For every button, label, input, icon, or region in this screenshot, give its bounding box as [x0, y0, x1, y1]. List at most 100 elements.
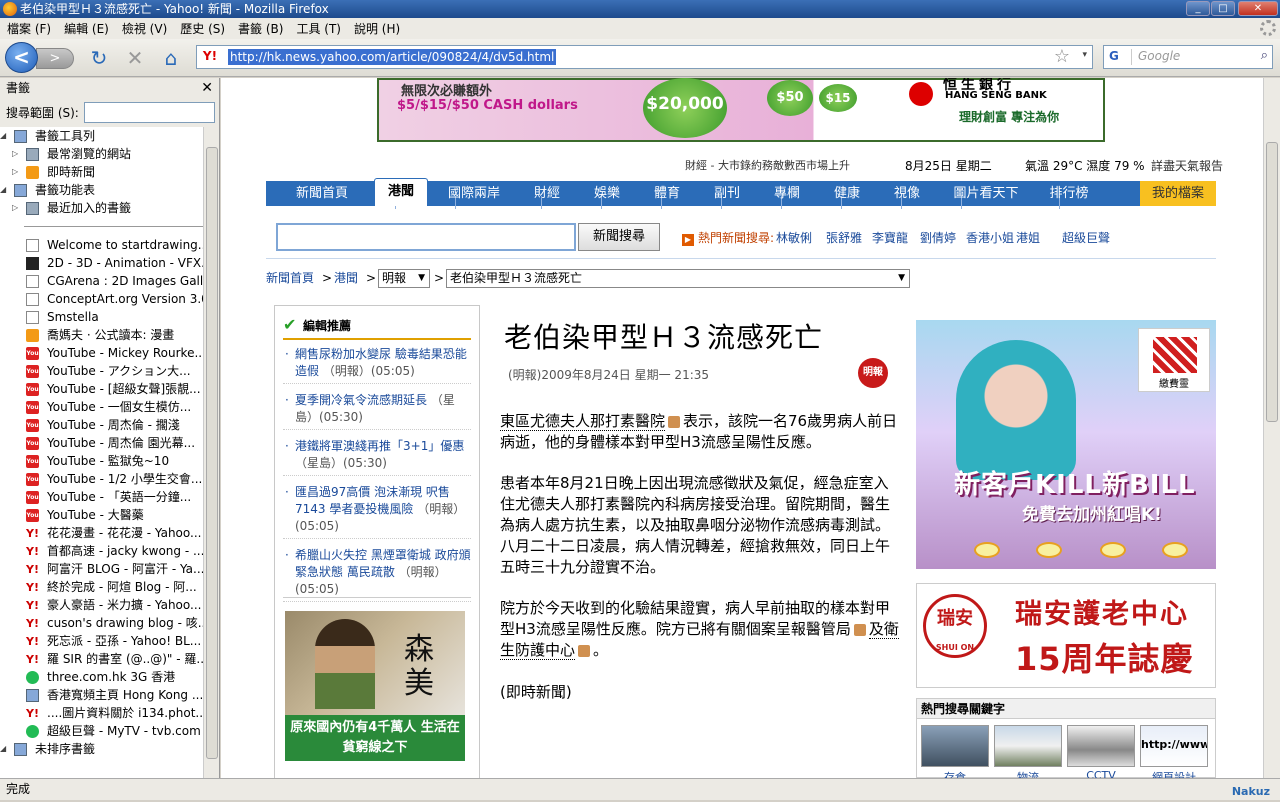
tab-7[interactable]: 專欄: [760, 181, 814, 206]
search-box[interactable]: G Google ⌕: [1103, 45, 1273, 69]
editor-pick-item[interactable]: · 網售尿粉加水變尿 驗毒結果恐能造假 （明報）(05:05): [283, 346, 471, 384]
bookmark-item[interactable]: Y! cuson's drawing blog - 咳...: [0, 614, 203, 632]
source-select[interactable]: 明報 ▼: [378, 269, 430, 288]
finance-ticker[interactable]: 財經 - 大市錄約務敵數西市場上升: [685, 157, 850, 173]
expander-icon[interactable]: ▷: [12, 199, 18, 217]
menu-history[interactable]: 歷史 (S): [173, 18, 231, 39]
tab-9[interactable]: 視像: [880, 181, 934, 206]
page-scroll-thumb[interactable]: [1266, 142, 1278, 422]
bookmark-item[interactable]: Y! 死忘派 - 亞孫 - Yahoo! BL...: [0, 632, 203, 650]
editor-pick-title[interactable]: 港鐵將軍澳綫再推「3+1」優惠: [295, 439, 464, 453]
menu-tools[interactable]: 工具 (T): [289, 18, 347, 39]
forward-button[interactable]: >: [36, 48, 74, 69]
expander-icon[interactable]: ◢: [0, 181, 6, 199]
bookmark-item[interactable]: 喬媽夫 · 公式讀本: 漫畫: [0, 326, 203, 344]
my-profile-button[interactable]: 我的檔案: [1140, 181, 1216, 206]
menu-view[interactable]: 檢視 (V): [115, 18, 173, 39]
bookmark-item[interactable]: You YouTube - 周杰倫 園光幕...: [0, 434, 203, 452]
hot-keyword-link[interactable]: 張舒雅: [826, 229, 862, 246]
home-button[interactable]: ⌂: [159, 46, 183, 70]
sidebar-scroll-thumb[interactable]: [206, 147, 218, 759]
bookmark-item[interactable]: Y! 首都高速 - jacky kwong - ...: [0, 542, 203, 560]
back-button[interactable]: <: [5, 42, 38, 73]
menu-bookmarks[interactable]: 書籤 (B): [231, 18, 289, 39]
close-window-button[interactable]: ✕: [1238, 1, 1278, 16]
url-bar[interactable]: Y! http://hk.news.yahoo.com/article/0908…: [196, 45, 1093, 69]
search-engine-icon[interactable]: G: [1106, 49, 1132, 65]
editor-pick-item[interactable]: · 夏季開冷氣令流感期延長 （星島）(05:30): [283, 392, 471, 430]
bookmark-item[interactable]: You YouTube - 一個女生模仿...: [0, 398, 203, 416]
tab-2[interactable]: 國際兩岸: [434, 181, 514, 206]
hang-seng-bank-ad[interactable]: 恒生銀行 HANG SENG BANK 理財創富 專注為你: [903, 78, 1103, 140]
hot-keyword-link[interactable]: 超級巨聲: [1062, 229, 1110, 246]
url-text[interactable]: http://hk.news.yahoo.com/article/090824/…: [228, 49, 557, 65]
tab-10[interactable]: 圖片看天下: [940, 181, 1032, 206]
news-search-button[interactable]: 新聞搜尋: [578, 223, 660, 251]
editor-pick-item[interactable]: · 匯昌過97高價 泡沫漸現 呎售7143 學者憂投機風險 （明報）(05:05): [283, 484, 471, 539]
tab-8[interactable]: 健康: [820, 181, 874, 206]
hot-keyword-link[interactable]: 港姐: [1016, 229, 1040, 246]
hot-keyword-link[interactable]: 林敏俐: [776, 229, 812, 246]
cctv-thumb[interactable]: [1067, 725, 1135, 767]
bookmark-item[interactable]: Y! 花花漫畫 - 花花漫 - Yahoo...: [0, 524, 203, 542]
editor-pick-item[interactable]: · 希臘山火失控 黑煙罩衛城 政府頒緊急狀態 萬民疏散 （明報）(05:05): [283, 547, 471, 602]
menu-help[interactable]: 說明 (H): [347, 18, 406, 39]
sidebar-scrollbar[interactable]: [203, 127, 219, 779]
bookmark-folder[interactable]: ◢ 書籤工具列: [0, 127, 203, 145]
bookmark-item[interactable]: Y! 阿富汗 BLOG - 阿富汗 - Ya...: [0, 560, 203, 578]
article-select[interactable]: 老伯染甲型Ｈ３流感死亡 ▼: [446, 269, 910, 288]
bookmark-item[interactable]: You YouTube - 周杰倫 - 擱淺: [0, 416, 203, 434]
shui-on-elderly-ad[interactable]: 瑞安 SHUI ON 瑞安護老中心 15周年誌慶: [916, 583, 1216, 688]
news-search-input[interactable]: [276, 223, 576, 251]
hot-keyword-label[interactable]: 網頁設計: [1140, 769, 1208, 778]
hot-keyword-label[interactable]: CCTV: [1067, 769, 1135, 778]
tab-1[interactable]: 港聞: [374, 178, 428, 206]
bookmark-folder[interactable]: ◢ 書籤功能表: [0, 181, 203, 199]
tab-11[interactable]: 排行榜: [1038, 181, 1100, 206]
hospital-link[interactable]: 東區尤德夫人那打素醫院: [500, 412, 666, 431]
bookmark-item[interactable]: 超級巨聲 - MyTV - tvb.com: [0, 722, 203, 740]
page-scrollbar[interactable]: [1263, 78, 1280, 778]
url-history-dropdown[interactable]: ▾: [1082, 50, 1087, 60]
menu-edit[interactable]: 編輯 (E): [57, 18, 115, 39]
breadcrumb-section[interactable]: 港聞: [334, 268, 358, 288]
bookmark-item[interactable]: CGArena : 2D Images Gall...: [0, 272, 203, 290]
bookmark-item[interactable]: You YouTube - 大醫藥: [0, 506, 203, 524]
bookmark-folder[interactable]: ▷ 即時新聞: [0, 163, 203, 181]
search-go-icon[interactable]: ⌕: [1261, 48, 1268, 63]
hot-keyword-link[interactable]: 香港小姐: [966, 229, 1014, 246]
reload-button[interactable]: ↻: [87, 46, 111, 70]
bookmark-item[interactable]: Y! 羅 SIR 的書室 (@..@)" - 羅...: [0, 650, 203, 668]
bookmark-item[interactable]: Y! 終於完成 - 阿煊 Blog - 阿...: [0, 578, 203, 596]
sidebar-close-icon[interactable]: ✕: [201, 78, 213, 98]
hot-keyword-link[interactable]: 劉倩婷: [920, 229, 956, 246]
tab-6[interactable]: 副刊: [700, 181, 754, 206]
tab-5[interactable]: 體育: [640, 181, 694, 206]
photo-caption[interactable]: 原來國內仍有4千萬人 生活在貧窮線之下: [285, 715, 465, 761]
bookmark-folder[interactable]: ◢ 未排序書籤: [0, 740, 203, 758]
expander-icon[interactable]: ◢: [0, 127, 6, 145]
tab-3[interactable]: 財經: [520, 181, 574, 206]
featured-photo[interactable]: 森美 原來國內仍有4千萬人 生活在貧窮線之下: [285, 611, 465, 761]
bookmark-item[interactable]: Smstella: [0, 308, 203, 326]
ppshk-bill-ad[interactable]: 繳費靈 新客戶KILL新BILL 免費去加州紅唱K!: [916, 320, 1216, 569]
expander-icon[interactable]: ▷: [12, 163, 18, 181]
expander-icon[interactable]: ▷: [12, 145, 18, 163]
bookmark-item[interactable]: You YouTube - アクション大...: [0, 362, 203, 380]
bookmark-item[interactable]: You YouTube - 1/2 小學生交會...: [0, 470, 203, 488]
bookmark-item[interactable]: 香港寬頻主頁 Hong Kong ...: [0, 686, 203, 704]
bookmark-folder[interactable]: ▷ 最常瀏覽的網站: [0, 145, 203, 163]
expander-icon[interactable]: ◢: [0, 740, 6, 758]
bookmark-item[interactable]: Welcome to startdrawing....: [0, 236, 203, 254]
breadcrumb-home[interactable]: 新聞首頁: [266, 268, 314, 288]
bookmark-item[interactable]: Y! 豪人豪語 - 米力擴 - Yahoo...: [0, 596, 203, 614]
logistics-thumb[interactable]: [994, 725, 1062, 767]
editor-pick-item[interactable]: · 港鐵將軍澳綫再推「3+1」優惠 （星島）(05:30): [283, 438, 471, 476]
hot-keyword-link[interactable]: 李寶龍: [872, 229, 908, 246]
weather-report-link[interactable]: 詳盡天氣報告: [1151, 157, 1223, 174]
nakuz-addon-icon[interactable]: Nakuz: [1232, 781, 1270, 802]
hot-keyword-label[interactable]: 存倉: [921, 769, 989, 778]
bookmark-item[interactable]: You YouTube - 「英語一分鐘...: [0, 488, 203, 506]
bookmark-item[interactable]: ConceptArt.org Version 3.0: [0, 290, 203, 308]
webdesign-thumb[interactable]: http://www: [1140, 725, 1208, 767]
